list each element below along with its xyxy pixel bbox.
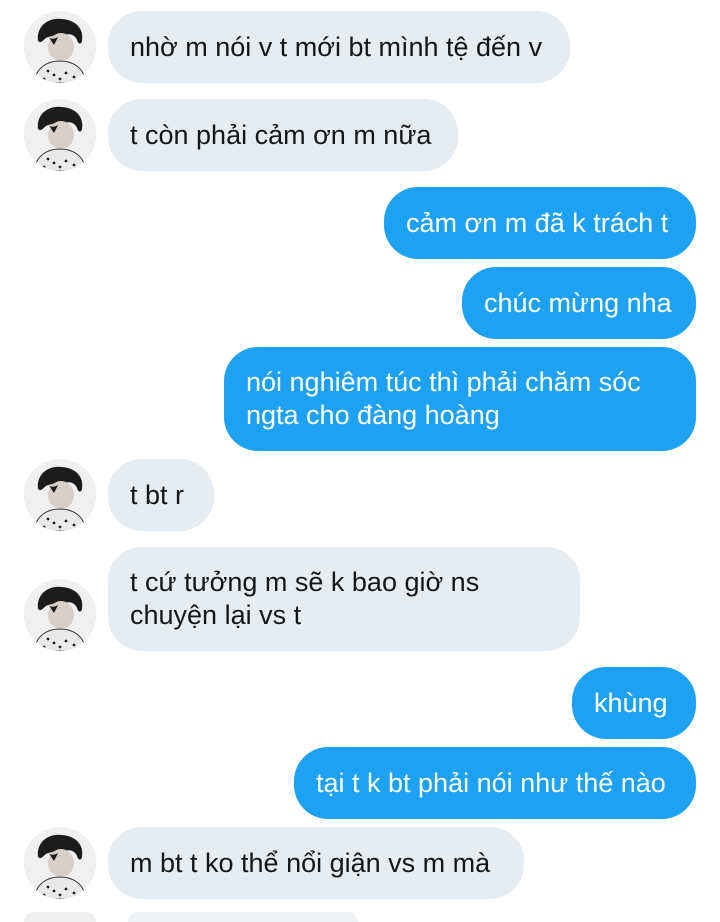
outgoing-message-bubble[interactable]: chúc mừng nha xyxy=(462,267,696,339)
incoming-message-bubble[interactable]: t bt r xyxy=(108,459,214,531)
message-text-line: t bt r xyxy=(130,479,185,510)
message-text-line: chuyện lại vs t xyxy=(130,600,302,630)
incoming-message-bubble[interactable]: t còn phải cảm ơn m nữa xyxy=(108,99,458,171)
message-text-line: cảm ơn m đã k trách t xyxy=(406,207,669,238)
message-text-line: t cứ tưởng m sẽ k bao giờ ns xyxy=(130,567,480,597)
next-avatar-partial xyxy=(24,912,96,922)
message-text-line: m bt t ko thể nổi giận vs m mà xyxy=(130,847,491,878)
message-text-line: chúc mừng nha xyxy=(484,287,672,318)
outgoing-message-bubble[interactable]: tại t k bt phải nói như thế nào xyxy=(294,747,696,819)
message-text-line: khùng xyxy=(594,687,668,718)
message-text-line: tại t k bt phải nói như thế nào xyxy=(316,767,666,798)
next-message-partial xyxy=(128,912,358,922)
outgoing-message-bubble[interactable]: nói nghiêm túc thì phải chăm sóc ngta cho… xyxy=(224,347,696,451)
message-text-line: ngta cho đàng hoàng xyxy=(246,400,500,430)
incoming-message-bubble[interactable]: m bt t ko thể nổi giận vs m mà xyxy=(108,827,524,899)
avatar-icon[interactable] xyxy=(24,827,96,899)
message-text-line: t còn phải cảm ơn m nữa xyxy=(130,119,432,150)
avatar-icon[interactable] xyxy=(24,579,96,651)
avatar-icon[interactable] xyxy=(24,11,96,83)
outgoing-message-bubble[interactable]: cảm ơn m đã k trách t xyxy=(384,187,696,259)
incoming-message-bubble[interactable]: nhờ m nói v t mới bt mình tệ đến v xyxy=(108,11,570,83)
message-text-line: nhờ m nói v t mới bt mình tệ đến v xyxy=(130,31,543,62)
outgoing-message-bubble[interactable]: khùng xyxy=(572,667,696,739)
avatar-icon[interactable] xyxy=(24,459,96,531)
message-text-line: nói nghiêm túc thì phải chăm sóc xyxy=(246,367,641,397)
incoming-message-bubble[interactable]: t cứ tưởng m sẽ k bao giờ ns chuyện lại v… xyxy=(108,547,580,651)
avatar-icon[interactable] xyxy=(24,99,96,171)
